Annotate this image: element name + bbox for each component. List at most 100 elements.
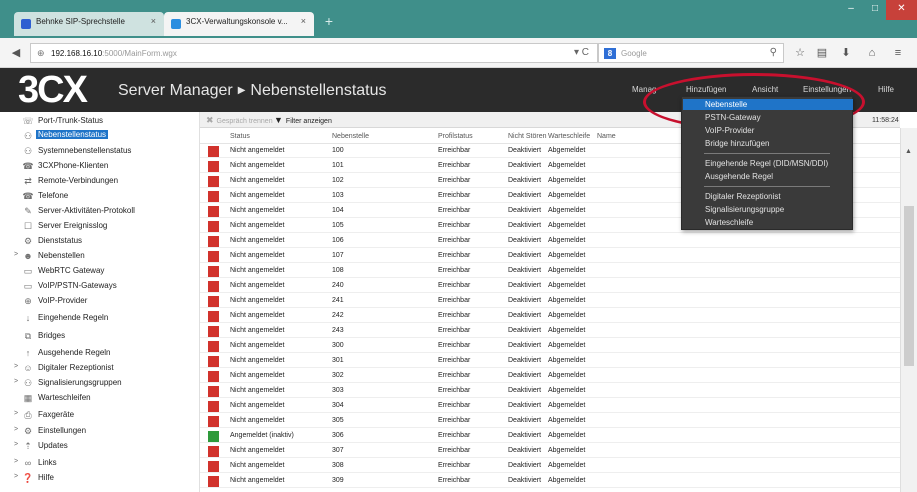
expand-arrow-icon[interactable]: > <box>14 426 18 433</box>
sidebar-item-nebenstellen[interactable]: > ☻ Nebenstellen <box>0 249 200 264</box>
close-tab-icon[interactable]: × <box>151 16 156 26</box>
address-bar[interactable]: ⊕ 192.168.16.10:5000/MainForm.wgx ▾ C <box>30 43 598 63</box>
menu-item-voip-provider[interactable]: VoIP-Provider <box>683 125 853 136</box>
menu-item-eingehende-regel[interactable]: Eingehende Regel (DID/MSN/DDI) <box>683 158 853 169</box>
menu-icon[interactable]: ≡ <box>890 45 906 61</box>
sidebar-item-links[interactable]: > ∞ Links <box>0 456 200 471</box>
new-tab-icon[interactable]: + <box>320 14 338 30</box>
browser-tab-3cx[interactable]: 3CX-Verwaltungskonsole v... × <box>164 12 314 36</box>
sidebar-item-voip-pstn-gateways[interactable]: ▭ VoIP/PSTN-Gateways <box>0 279 200 294</box>
table-row[interactable]: Nicht angemeldet 305 Erreichbar Deaktiviert… <box>200 415 900 428</box>
sidebar-item-telefone[interactable]: ☎ Telefone <box>0 189 200 204</box>
table-row[interactable]: Nicht angemeldet 108 Erreichbar Deaktiviert… <box>200 265 900 278</box>
sidebar-item-server-aktivitaeten-protokoll[interactable]: ✎ Server-Aktivitäten-Protokoll <box>0 204 200 219</box>
expand-arrow-icon[interactable]: > <box>14 363 18 370</box>
expand-arrow-icon[interactable]: > <box>14 458 18 465</box>
cell-nebenstelle: 243 <box>332 327 344 334</box>
search-input[interactable]: 8 Google ⚲ <box>598 43 784 63</box>
back-arrow-icon[interactable]: ◀ <box>8 45 24 61</box>
sidebar-item-dienststatus[interactable]: ⚙ Dienststatus <box>0 234 200 249</box>
expand-arrow-icon[interactable]: > <box>14 251 18 258</box>
star-icon[interactable]: ☆ <box>792 45 808 61</box>
sidebar-item-faxgeraete[interactable]: > ⎙ Faxgeräte <box>0 408 200 423</box>
sidebar-item-port-trunk-status[interactable]: ☏ Port-/Trunk-Status <box>0 114 200 129</box>
sidebar-item-einstellungen[interactable]: > ⚙ Einstellungen <box>0 424 200 439</box>
sidebar-item-systemnebenstellenstatus[interactable]: ⚇ Systemnebenstellenstatus <box>0 144 200 159</box>
sidebar-item-warteschleifen[interactable]: ▦ Warteschleifen <box>0 391 200 406</box>
browser-tab-behnke[interactable]: Behnke SIP-Sprechstelle × <box>14 12 164 36</box>
sidebar-item-3cxphone-klienten[interactable]: ☎ 3CXPhone-Klienten <box>0 159 200 174</box>
expand-arrow-icon[interactable]: > <box>14 378 18 385</box>
table-row[interactable]: Nicht angemeldet 241 Erreichbar Deaktiviert… <box>200 295 900 308</box>
sidebar-item-bridges[interactable]: ⧉ Bridges <box>0 329 200 344</box>
cell-nicht-stoeren: Deaktiviert <box>508 297 542 304</box>
maximize-icon[interactable]: □ <box>862 0 888 20</box>
column-header-name[interactable]: Name <box>597 133 616 140</box>
sidebar-item-eingehende-regeln[interactable]: ↓ Eingehende Regeln <box>0 311 200 326</box>
cell-profilstatus: Erreichbar <box>438 282 471 289</box>
table-row[interactable]: Nicht angemeldet 240 Erreichbar Deaktiviert… <box>200 280 900 293</box>
sidebar-item-updates[interactable]: > ⇡ Updates <box>0 439 200 454</box>
column-header-status[interactable]: Status <box>230 133 250 140</box>
menu-item-nebenstelle[interactable]: Nebenstelle <box>683 99 853 110</box>
table-scrollbar[interactable]: ▲ <box>900 128 917 492</box>
table-row[interactable]: Nicht angemeldet 242 Erreichbar Deaktiviert… <box>200 310 900 323</box>
table-row[interactable]: Nicht angemeldet 106 Erreichbar Deaktiviert… <box>200 235 900 248</box>
close-tab-icon[interactable]: × <box>301 16 306 26</box>
table-row[interactable]: Nicht angemeldet 304 Erreichbar Deaktiviert… <box>200 400 900 413</box>
table-row[interactable]: Nicht angemeldet 302 Erreichbar Deaktiviert… <box>200 370 900 383</box>
show-filter-button[interactable]: ▼ Filter anzeigen <box>274 115 332 125</box>
table-row[interactable]: Nicht angemeldet 300 Erreichbar Deaktiviert… <box>200 340 900 353</box>
menu-item-warteschleife[interactable]: Warteschleife <box>683 217 853 228</box>
table-row[interactable]: Nicht angemeldet 309 Erreichbar Deaktiviert… <box>200 475 900 488</box>
scroll-up-icon[interactable]: ▲ <box>905 148 912 155</box>
sidebar-item-nebenstellenstatus[interactable]: ⚇ Nebenstellenstatus <box>0 129 200 144</box>
menu-item-bridge-hinzufuegen[interactable]: Bridge hinzufügen <box>683 138 853 149</box>
sidebar-item-server-ereignisslog[interactable]: ☐ Server Ereignisslog <box>0 219 200 234</box>
table-row[interactable]: Nicht angemeldet 107 Erreichbar Deaktiviert… <box>200 250 900 263</box>
close-window-icon[interactable]: ✕ <box>886 0 917 20</box>
sidebar-item-webrtc-gateway[interactable]: ▭ WebRTC Gateway <box>0 264 200 279</box>
cell-profilstatus: Erreichbar <box>438 267 471 274</box>
download-icon[interactable]: ⬇ <box>838 45 854 61</box>
table-row[interactable]: Nicht angemeldet 307 Erreichbar Deaktiviert… <box>200 445 900 458</box>
menu-item-signalisierungsgruppe[interactable]: Signalisierungsgruppe <box>683 204 853 215</box>
sidebar-item-signalisierungsgruppen[interactable]: > ⚇ Signalisierungsgruppen <box>0 376 200 391</box>
scrollbar-thumb[interactable] <box>904 206 914 366</box>
cell-nicht-stoeren: Deaktiviert <box>508 387 542 394</box>
filter-icon: ▼ <box>274 115 283 125</box>
sidebar-item-remote-verbindungen[interactable]: ⇄ Remote-Verbindungen <box>0 174 200 189</box>
table-row[interactable]: Angemeldet (inaktiv) 306 Erreichbar Deaktiv… <box>200 430 900 443</box>
cell-profilstatus: Erreichbar <box>438 222 471 229</box>
table-row[interactable]: Nicht angemeldet 243 Erreichbar Deaktiviert… <box>200 325 900 338</box>
table-row[interactable]: Nicht angemeldet 308 Erreichbar Deaktiviert… <box>200 460 900 473</box>
menu-hilfe[interactable]: Hilfe <box>878 85 894 94</box>
sidebar-item-voip-provider[interactable]: ⊕ VoIP-Provider <box>0 294 200 309</box>
menu-item-digitaler-rezeptionist[interactable]: Digitaler Rezeptionist <box>683 191 853 202</box>
table-row[interactable]: Nicht angemeldet 303 Erreichbar Deaktiviert… <box>200 385 900 398</box>
menu-item-ausgehende-regel[interactable]: Ausgehende Regel <box>683 171 853 182</box>
column-header-profilstatus[interactable]: Profilstatus <box>438 133 473 140</box>
minimize-icon[interactable]: – <box>838 0 864 20</box>
expand-arrow-icon[interactable]: > <box>14 441 18 448</box>
status-indicator-icon <box>208 476 219 487</box>
table-row[interactable]: Nicht angemeldet 301 Erreichbar Deaktiviert… <box>200 355 900 368</box>
expand-arrow-icon[interactable]: > <box>14 410 18 417</box>
column-header-nebenstelle[interactable]: Nebenstelle <box>332 133 369 140</box>
cell-profilstatus: Erreichbar <box>438 447 471 454</box>
hangup-icon: ✖ <box>206 115 214 125</box>
expand-arrow-icon[interactable]: > <box>14 473 18 480</box>
disconnect-call-button[interactable]: ✖ Gespräch trennen <box>206 115 273 126</box>
status-indicator-icon <box>208 176 219 187</box>
reading-list-icon[interactable]: ▤ <box>814 45 830 61</box>
column-header-warteschleife[interactable]: Warteschleife <box>548 133 590 140</box>
sidebar-item-hilfe[interactable]: > ❓ Hilfe <box>0 471 200 486</box>
column-header-nicht-stoeren[interactable]: Nicht Stören <box>508 133 547 140</box>
sidebar-item-ausgehende-regeln[interactable]: ↑ Ausgehende Regeln <box>0 346 200 361</box>
reload-icon[interactable]: ▾ C <box>574 47 589 58</box>
sidebar-item-digitaler-rezeptionist[interactable]: > ☺ Digitaler Rezeptionist <box>0 361 200 376</box>
menu-item-pstn-gateway[interactable]: PSTN-Gateway <box>683 112 853 123</box>
cell-warteschleife: Abgemeldet <box>548 267 586 274</box>
home-icon[interactable]: ⌂ <box>864 45 880 61</box>
search-icon[interactable]: ⚲ <box>770 47 777 58</box>
